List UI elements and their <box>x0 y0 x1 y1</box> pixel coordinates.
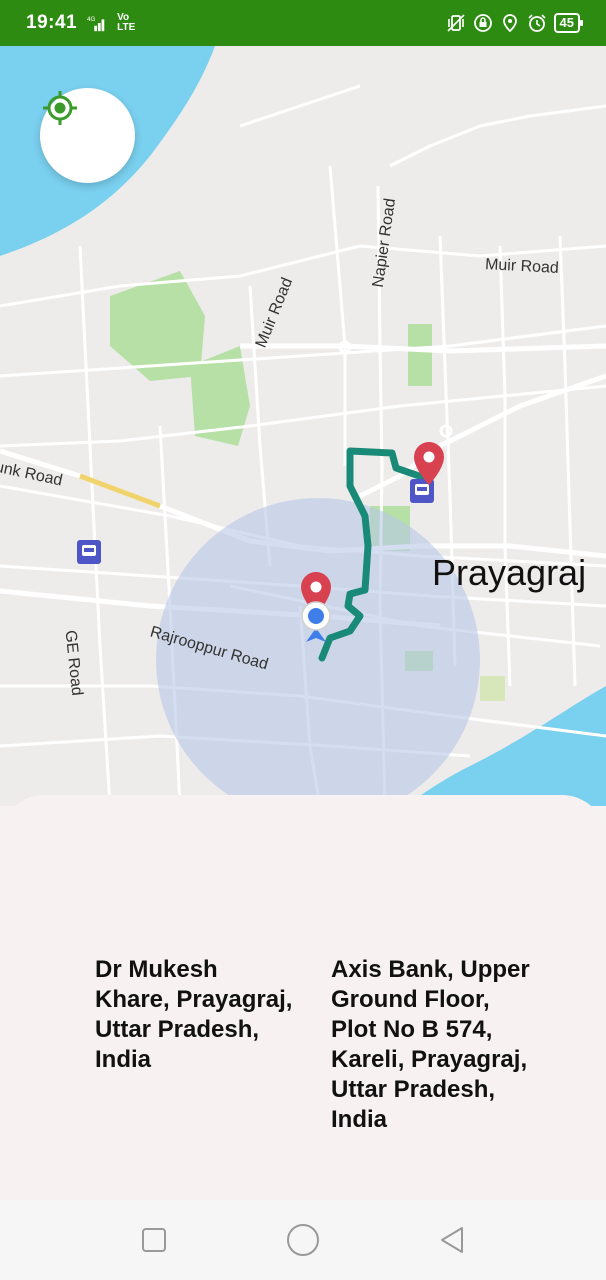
park-6 <box>480 676 505 701</box>
map-view[interactable]: Muir Road Napier Road Muir Road Trunk Ro… <box>0 46 606 806</box>
volte-label: Vo LTE <box>117 12 136 33</box>
system-nav-bar <box>0 1200 606 1280</box>
lock-icon <box>473 13 493 33</box>
railway-station-icon-2 <box>77 540 101 564</box>
location-icon <box>500 13 520 33</box>
road-label-muir-east: Muir Road <box>484 256 560 277</box>
home-button[interactable] <box>283 1220 323 1260</box>
status-time: 19:41 <box>26 12 78 33</box>
park-3 <box>408 324 432 386</box>
my-location-button[interactable] <box>40 88 135 183</box>
signal-icon: 4G <box>87 13 107 33</box>
vibrate-icon <box>446 13 466 33</box>
home-icon <box>286 1224 319 1256</box>
recent-apps-button[interactable] <box>134 1220 174 1260</box>
alarm-icon <box>527 13 547 33</box>
back-icon <box>440 1227 463 1253</box>
destination-address: Axis Bank, Upper Ground Floor, Plot No B… <box>331 956 530 1133</box>
battery-icon: 45 <box>553 13 584 33</box>
recent-apps-icon <box>142 1228 167 1252</box>
origin-address: Dr Mukesh Khare, Prayagraj, Uttar Prades… <box>95 956 293 1073</box>
city-label: Prayagraj <box>432 552 587 593</box>
back-button[interactable] <box>432 1220 472 1260</box>
network-label: 4G <box>87 16 96 23</box>
my-location-icon <box>43 91 77 125</box>
status-bar: 19:41 4G Vo LTE 45 <box>0 0 606 46</box>
battery-level: 45 <box>559 15 574 30</box>
